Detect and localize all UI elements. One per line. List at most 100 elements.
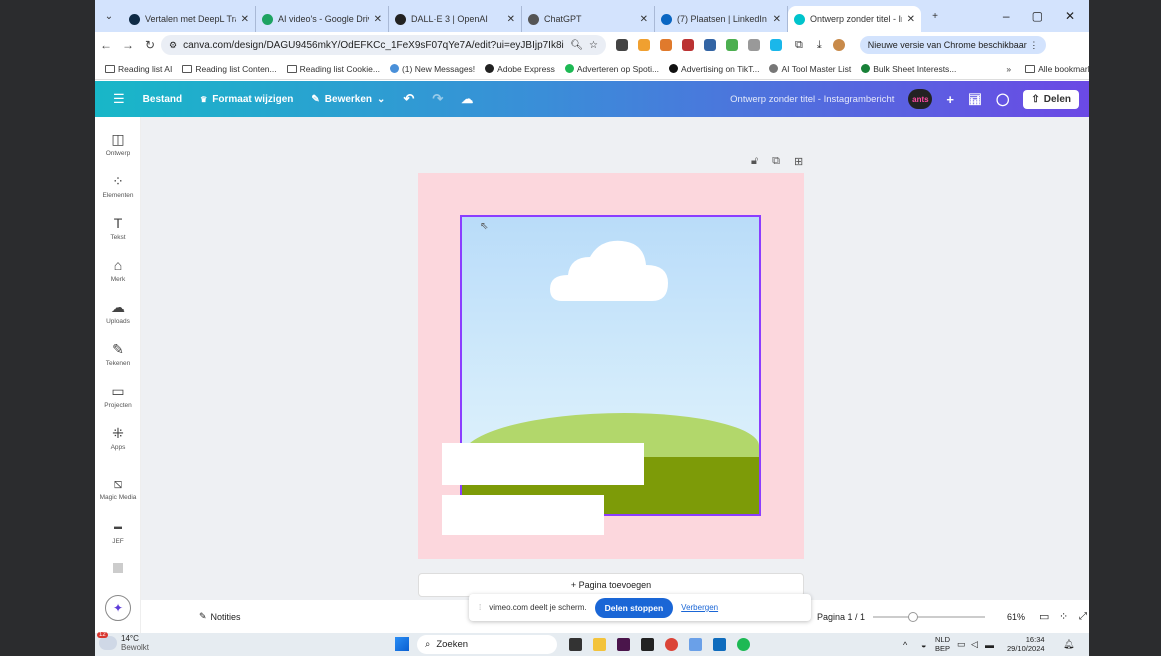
outlook-icon[interactable] (713, 638, 726, 651)
browser-tab[interactable]: DALL·E 3 | OpenAI ✕ (389, 6, 522, 32)
undo-icon[interactable]: ↶ (403, 91, 414, 107)
tab-close-icon[interactable]: ✕ (507, 14, 515, 25)
bookmark-item[interactable]: Adobe Express (485, 64, 555, 74)
back-icon[interactable]: ← (95, 38, 117, 52)
chrome-icon[interactable] (665, 638, 678, 651)
white-text-box[interactable] (442, 443, 644, 485)
hamburger-menu-icon[interactable]: ☰ (113, 91, 125, 107)
tray-chevron-icon[interactable]: ^ (903, 640, 907, 650)
spotify-icon[interactable] (737, 638, 750, 651)
document-title[interactable]: Ontwerp zonder titel - Instagrambericht (730, 94, 894, 105)
vimeo-extension-icon[interactable] (770, 39, 782, 51)
browser-tab[interactable]: Ontwerp zonder titel - In ✕ (788, 6, 921, 32)
sidebar-item-tekenen[interactable]: ✎ Tekenen (95, 341, 141, 367)
language-indicator[interactable]: NLD BEP (935, 635, 950, 653)
page-view-icon[interactable]: ▭ (1039, 610, 1049, 623)
address-bar[interactable]: ⚙ canva.com/design/DAGU9456mkY/OdEFKCc_1… (161, 35, 606, 55)
browser-tab[interactable]: ChatGPT ✕ (522, 6, 655, 32)
zoom-slider-handle[interactable] (908, 612, 919, 622)
tab-search-icon[interactable]: ⌄ (95, 11, 123, 22)
new-tab-button[interactable]: + (921, 11, 949, 22)
zoom-percentage[interactable]: 61% (1007, 612, 1025, 622)
extension-icon[interactable] (616, 39, 628, 51)
browser-tab[interactable]: (7) Plaatsen | LinkedIn ✕ (655, 6, 788, 32)
extensions-puzzle-icon[interactable]: ⧉ (795, 39, 803, 52)
redo-icon[interactable]: ↷ (432, 91, 443, 107)
battery-icon[interactable]: ▬ (985, 640, 994, 650)
sidebar-item-extra-app[interactable] (95, 563, 141, 573)
notification-bell-icon[interactable]: 🔔︎ (1063, 639, 1074, 650)
extension-icon[interactable] (682, 39, 694, 51)
maximize-button[interactable]: ▢ (1032, 9, 1043, 23)
share-button[interactable]: ⇧ Delen (1023, 89, 1079, 109)
profile-avatar[interactable] (832, 39, 845, 51)
extension-icon[interactable] (704, 39, 716, 51)
download-icon[interactable]: ⤓ (817, 39, 822, 52)
bookmarks-overflow-button[interactable]: » (1006, 64, 1011, 74)
site-info-icon[interactable]: ⚙ (169, 40, 177, 51)
design-page[interactable]: ⇖ (418, 173, 804, 559)
slack-icon[interactable] (617, 638, 630, 651)
sidebar-item-jef[interactable]: ▬ JEF (95, 519, 141, 545)
menu-bewerken[interactable]: ✎ Bewerken ⌄ (311, 94, 385, 105)
forward-icon[interactable]: → (117, 38, 139, 52)
zoom-lens-icon[interactable]: 🔍︎ (570, 40, 583, 51)
sidebar-item-elementen[interactable]: ⁘ Elementen (95, 173, 141, 199)
tab-close-icon[interactable]: ✕ (640, 14, 648, 25)
taskbar-app-icon[interactable] (689, 638, 702, 651)
bookmark-star-icon[interactable]: ☆ (589, 40, 598, 51)
network-icon[interactable]: ▭ (957, 639, 966, 650)
bookmark-item[interactable]: Reading list Conten... (182, 64, 277, 74)
taskbar-app-icon[interactable] (569, 638, 582, 651)
close-window-button[interactable]: ✕ (1065, 9, 1075, 23)
tab-close-icon[interactable]: ✕ (241, 14, 249, 25)
tab-close-icon[interactable]: ✕ (374, 14, 382, 25)
bookmark-item[interactable]: Advertising on TikT... (669, 64, 759, 74)
taskbar-app-icon[interactable] (641, 638, 654, 651)
menu-bestand[interactable]: Bestand (143, 94, 182, 105)
minimize-button[interactable]: – (1003, 9, 1010, 23)
avatar[interactable]: ants (908, 89, 933, 109)
notes-button[interactable]: ✎ Notities (199, 611, 241, 622)
bookmark-item[interactable]: (1) New Messages! (389, 64, 475, 74)
all-bookmarks-button[interactable]: Alle bookmarks (1025, 64, 1089, 74)
comment-icon[interactable]: ◯ (996, 92, 1009, 106)
fullscreen-icon[interactable]: ⤢ (1079, 611, 1087, 622)
bookmark-item[interactable]: Bulk Sheet Interests... (861, 64, 956, 74)
bookmark-item[interactable]: Reading list AI (105, 64, 172, 74)
chrome-update-button[interactable]: Nieuwe versie van Chrome beschikbaar ⋮ (859, 36, 1047, 54)
sidebar-item-apps[interactable]: ⁜ Apps (95, 425, 141, 451)
windows-start-icon[interactable] (395, 637, 409, 651)
extension-icon[interactable] (660, 39, 672, 51)
add-collaborator-icon[interactable]: + (946, 92, 954, 107)
add-page-icon[interactable]: ⊞ (794, 155, 803, 168)
extension-icon[interactable] (748, 39, 760, 51)
bookmark-item[interactable]: Adverteren op Spoti... (564, 64, 659, 74)
extension-icon[interactable] (638, 39, 650, 51)
stop-sharing-button[interactable]: Delen stoppen (594, 597, 674, 618)
volume-icon[interactable]: ◁ (971, 639, 978, 650)
grid-view-icon[interactable]: ⁘ (1059, 610, 1068, 623)
insights-chart-icon[interactable]: 📊︎ (968, 93, 982, 106)
tab-close-icon[interactable]: ✕ (907, 14, 915, 25)
browser-tab[interactable]: AI video's - Google Drive ✕ (256, 6, 389, 32)
tray-app-icon[interactable]: ◒ (921, 640, 926, 650)
hide-link[interactable]: Verbergen (681, 603, 718, 612)
drag-handle-icon[interactable]: ⁞ (479, 603, 481, 612)
sidebar-item-ontwerp[interactable]: ◫ Ontwerp (95, 131, 141, 157)
sidebar-item-uploads[interactable]: ☁ Uploads (95, 299, 141, 325)
taskbar-search[interactable]: ⌕ Zoeken (417, 635, 557, 654)
sidebar-item-magic-media[interactable]: ⧅ Magic Media (95, 475, 141, 501)
zoom-slider[interactable] (873, 612, 985, 622)
browser-tab[interactable]: Vertalen met DeepL Trans ✕ (123, 6, 256, 32)
extension-icon[interactable] (726, 39, 738, 51)
weather-widget[interactable]: 12 14°C Bewolkt (97, 632, 149, 652)
sidebar-item-tekst[interactable]: T Tekst (95, 215, 141, 241)
white-text-box[interactable] (442, 495, 604, 535)
bookmark-item[interactable]: Reading list Cookie... (286, 64, 380, 74)
reload-icon[interactable]: ↻ (139, 38, 161, 52)
sidebar-item-merk[interactable]: ⌂ Merk (95, 257, 141, 283)
bookmark-item[interactable]: AI Tool Master List (769, 64, 851, 74)
sidebar-item-projecten[interactable]: ▭ Projecten (95, 383, 141, 409)
file-explorer-icon[interactable] (593, 638, 606, 651)
